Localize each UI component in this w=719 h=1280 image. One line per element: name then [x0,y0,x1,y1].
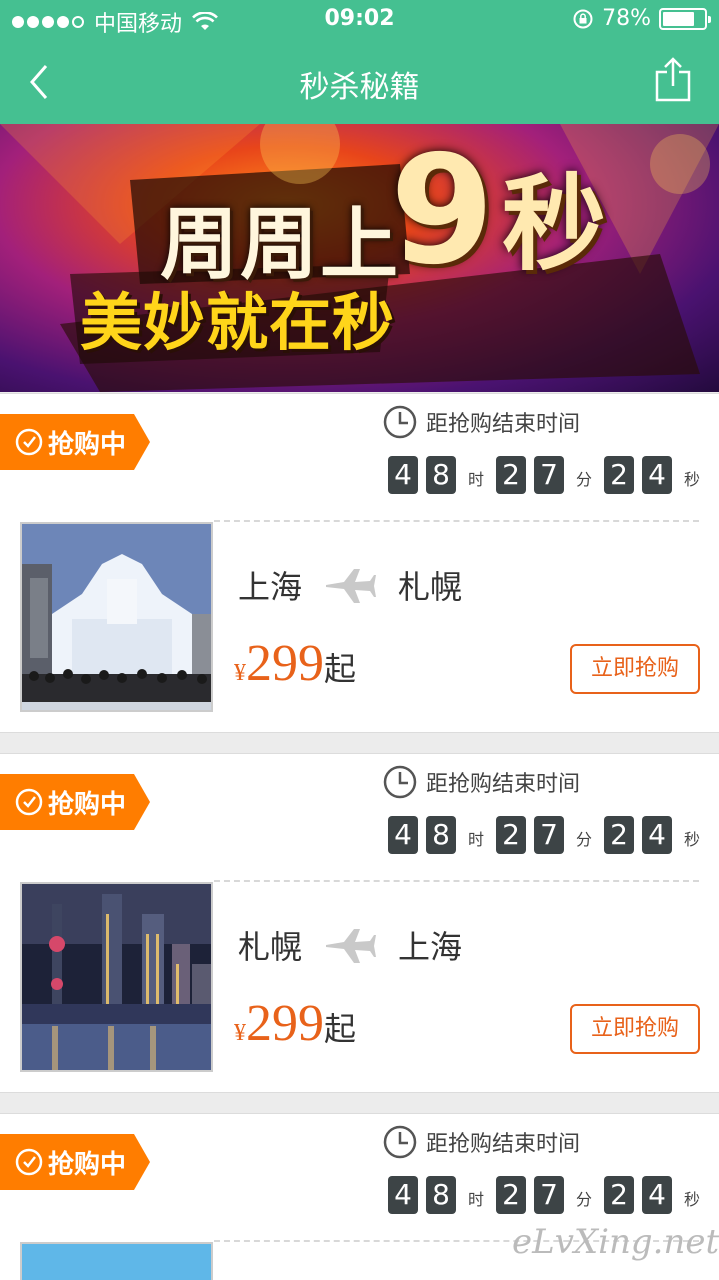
banner-miao: 秒 [502,163,607,285]
minute-digit: 2 [496,816,526,854]
buy-now-button[interactable]: 立即抢购 [570,644,700,694]
hour-digit: 8 [426,456,456,494]
hour-unit: 时 [468,1190,485,1209]
price-amount: 299 [246,635,324,692]
status-bar: 中国移动 09:02 78% [0,0,719,40]
hour-digit: 4 [388,816,418,854]
currency-symbol: ¥ [234,1020,246,1046]
price-suffix: 起 [324,650,357,688]
countdown-label: 距抢购结束时间 [426,412,581,437]
battery-percent: 78% [602,6,651,31]
deal-card: 抢购中 距抢购结束时间 4 8 时 2 7 分 2 4 秒 [0,393,719,733]
hour-digit: 4 [388,456,418,494]
price-amount: 299 [246,995,324,1052]
hour-digit: 4 [388,1176,418,1214]
second-digit: 2 [604,816,634,854]
clock-icon [15,1148,43,1176]
second-digit: 4 [642,816,672,854]
status-badge-label: 抢购中 [48,429,127,460]
origin-city: 札幌 [238,928,303,966]
minute-unit: 分 [576,470,593,489]
second-digit: 2 [604,456,634,494]
destination-photo[interactable] [20,522,213,712]
clock-icon [15,428,43,456]
buy-now-button[interactable]: 立即抢购 [570,1004,700,1054]
share-icon[interactable] [653,56,693,104]
destination-city: 上海 [398,928,463,966]
top-bar: 中国移动 09:02 78% 秒杀秘籍 [0,0,719,124]
page-title: 秒杀秘籍 [299,70,420,105]
status-badge-label: 抢购中 [48,1149,127,1180]
banner-nine: 9 [390,124,495,298]
hour-digit: 8 [426,1176,456,1214]
battery-fill [663,11,695,26]
status-badge-label: 抢购中 [48,789,127,820]
nav-bar: 秒杀秘籍 [0,40,719,124]
status-badge: 抢购中 [0,1134,150,1190]
airplane-icon [326,569,377,603]
flight-route: 上海 札幌 [238,562,462,608]
hour-digit: 8 [426,816,456,854]
clock-icon [383,405,417,439]
banner-subheadline: 美妙就在秒 [80,286,396,359]
second-unit: 秒 [684,1190,701,1209]
price: ¥ 299 起 [234,994,356,1053]
minute-digit: 2 [496,1176,526,1214]
dashed-divider [214,880,699,882]
price-suffix: 起 [324,1010,357,1048]
minute-digit: 2 [496,456,526,494]
dashed-divider [214,520,699,522]
second-digit: 4 [642,1176,672,1214]
minute-unit: 分 [576,830,593,849]
countdown-header: 距抢购结束时间 [382,404,580,440]
destination-photo[interactable] [20,1242,213,1280]
hour-unit: 时 [468,470,485,489]
minute-digit: 7 [534,1176,564,1214]
deal-card: 抢购中 距抢购结束时间 4 8 时 2 7 分 2 4 秒 [0,753,719,1093]
second-unit: 秒 [684,470,701,489]
minute-digit: 7 [534,456,564,494]
rotation-lock-icon [573,9,593,28]
clock-icon [383,1125,417,1159]
second-digit: 2 [604,1176,634,1214]
countdown-header: 距抢购结束时间 [382,764,580,800]
airplane-icon [326,929,377,963]
second-digit: 4 [642,456,672,494]
status-badge: 抢购中 [0,414,150,470]
status-badge: 抢购中 [0,774,150,830]
watermark: eLvXing.net [512,1222,719,1262]
battery-icon [659,7,711,30]
clock-icon [15,788,43,816]
countdown-label: 距抢购结束时间 [426,1132,581,1157]
countdown-header: 距抢购结束时间 [382,1124,580,1160]
origin-city: 上海 [238,568,303,606]
price: ¥ 299 起 [234,634,356,693]
second-unit: 秒 [684,830,701,849]
destination-city: 札幌 [398,568,463,606]
minute-unit: 分 [576,1190,593,1209]
currency-symbol: ¥ [234,660,246,686]
clock-icon [383,765,417,799]
promo-banner[interactable]: 周周上 9 秒 美妙就在秒 [0,124,719,392]
flight-route: 札幌 上海 [238,922,462,968]
hour-unit: 时 [468,830,485,849]
destination-photo[interactable] [20,882,213,1072]
minute-digit: 7 [534,816,564,854]
countdown-label: 距抢购结束时间 [426,772,581,797]
